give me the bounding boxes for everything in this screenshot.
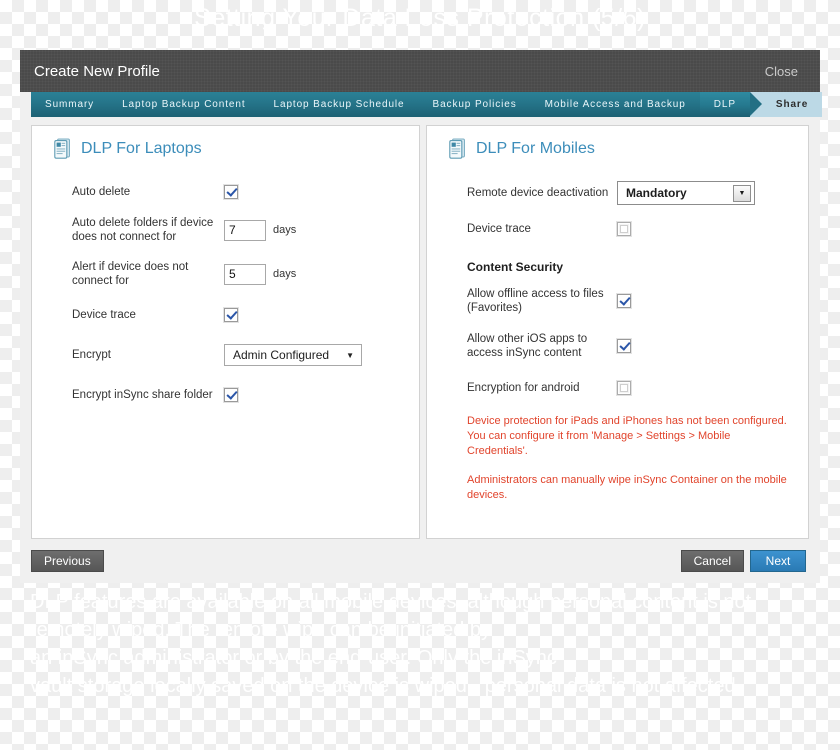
auto-delete-folders-days-input[interactable] <box>224 219 266 241</box>
dlp-for-mobiles-panel: DLP For Mobiles Remote device deactivati… <box>426 125 809 539</box>
left-panel-title: DLP For Laptops <box>81 139 202 157</box>
other-ios-apps-control <box>617 339 631 353</box>
encryption-android-control <box>617 381 631 395</box>
tab-summary[interactable]: Summary <box>31 92 108 117</box>
next-button[interactable]: Next <box>750 550 806 572</box>
encryption-android-checkbox[interactable] <box>617 381 631 395</box>
create-new-profile-dialog: Create New Profile Close Summary Laptop … <box>20 50 823 583</box>
row-encryption-android: Encryption for android <box>467 377 794 399</box>
previous-button[interactable]: Previous <box>31 550 104 572</box>
chevron-down-icon: ▼ <box>346 350 354 360</box>
notice-line-1: Device protection for iPads and iPhones … <box>467 415 787 457</box>
offline-access-checkbox[interactable] <box>617 294 631 308</box>
row-device-trace-mobile: Device trace <box>467 218 794 240</box>
dialog-titlebar: Create New Profile Close <box>20 50 820 92</box>
footer-right-buttons: Cancel Next <box>680 550 806 572</box>
row-auto-delete: Auto delete <box>72 181 405 203</box>
device-trace-laptop-control <box>224 308 238 322</box>
device-trace-mobile-control <box>617 222 631 236</box>
laptops-form: Auto delete Auto delete folders if devic… <box>46 181 405 406</box>
row-remote-device-deactivation: Remote device deactivation Mandatory ▼ <box>467 181 794 205</box>
row-device-trace-laptop: Device trace <box>72 304 405 326</box>
notice-line-2: Administrators can manually wipe inSync … <box>467 474 787 501</box>
encrypt-share-folder-label: Encrypt inSync share folder <box>72 389 213 401</box>
offline-access-control <box>617 294 631 308</box>
alert-if-label: Alert if device does not connect for <box>72 261 189 287</box>
wizard-step-strip: Summary Laptop Backup Content Laptop Bac… <box>31 92 823 117</box>
row-other-ios-apps: Allow other iOS apps to access inSync co… <box>467 332 794 360</box>
encrypt-select[interactable]: Admin Configured ▼ <box>224 344 362 366</box>
row-encrypt: Encrypt Admin Configured ▼ <box>72 344 405 366</box>
encryption-android-label: Encryption for android <box>467 382 580 394</box>
remote-device-deactivation-control: Mandatory ▼ <box>617 181 755 205</box>
tab-dlp[interactable]: DLP <box>699 92 763 117</box>
auto-delete-label: Auto delete <box>72 186 131 198</box>
dialog-footer: Previous Cancel Next <box>20 539 820 583</box>
remote-device-deactivation-value: Mandatory <box>626 186 687 200</box>
tab-backup-policies[interactable]: Backup Policies <box>419 92 531 117</box>
row-offline-access: Allow offline access to files (Favorites… <box>467 287 794 315</box>
tab-laptop-backup-content[interactable]: Laptop Backup Content <box>108 92 259 117</box>
offline-access-label: Allow offline access to files (Favorites… <box>467 288 604 314</box>
alert-if-days-input[interactable] <box>224 263 266 285</box>
auto-delete-control <box>224 185 238 199</box>
tab-laptop-backup-schedule[interactable]: Laptop Backup Schedule <box>260 92 419 117</box>
tab-mobile-access-and-backup[interactable]: Mobile Access and Backup <box>531 92 700 117</box>
device-trace-laptop-label: Device trace <box>72 309 136 321</box>
encrypt-select-value: Admin Configured <box>233 348 330 362</box>
remote-device-deactivation-label: Remote device deactivation <box>467 187 609 199</box>
other-ios-apps-checkbox[interactable] <box>617 339 631 353</box>
device-trace-mobile-label: Device trace <box>467 223 531 235</box>
encrypt-control: Admin Configured ▼ <box>224 344 362 366</box>
auto-delete-checkbox[interactable] <box>224 185 238 199</box>
right-panel-header: DLP For Mobiles <box>449 138 794 159</box>
dlp-for-laptops-panel: DLP For Laptops Auto delete Auto delete … <box>31 125 420 539</box>
chevron-down-icon: ▼ <box>733 184 751 202</box>
other-ios-apps-label: Allow other iOS apps to access inSync co… <box>467 333 588 359</box>
auto-delete-folders-control: days <box>224 219 297 241</box>
mobile-credentials-notice: Device protection for iPads and iPhones … <box>467 414 787 517</box>
alert-if-unit: days <box>273 268 297 280</box>
document-icon <box>449 138 467 159</box>
content-security-heading: Content Security <box>467 260 564 274</box>
auto-delete-folders-label: Auto delete folders if device does not c… <box>72 217 214 243</box>
row-auto-delete-folders: Auto delete folders if device does not c… <box>72 216 405 244</box>
device-trace-mobile-checkbox[interactable] <box>617 222 631 236</box>
panels-container: DLP For Laptops Auto delete Auto delete … <box>20 117 820 539</box>
device-trace-laptop-checkbox[interactable] <box>224 308 238 322</box>
cancel-button[interactable]: Cancel <box>680 550 744 572</box>
auto-delete-folders-unit: days <box>273 224 297 236</box>
alert-if-control: days <box>224 263 297 285</box>
dialog-title: Create New Profile <box>34 62 160 80</box>
encrypt-label: Encrypt <box>72 349 111 361</box>
row-encrypt-share-folder: Encrypt inSync share folder <box>72 384 405 406</box>
dialog-body: Summary Laptop Backup Content Laptop Bac… <box>20 92 823 583</box>
encrypt-share-folder-control <box>224 388 238 402</box>
mobiles-form: Remote device deactivation Mandatory ▼ D… <box>441 181 794 399</box>
left-panel-header: DLP For Laptops <box>54 138 405 159</box>
remote-device-deactivation-select[interactable]: Mandatory ▼ <box>617 181 755 205</box>
row-alert-if: Alert if device does not connect for day… <box>72 260 405 288</box>
document-icon <box>54 138 72 159</box>
wizard-step-bar: Summary Laptop Backup Content Laptop Bac… <box>20 92 823 117</box>
right-panel-title: DLP For Mobiles <box>476 139 595 157</box>
encrypt-share-folder-checkbox[interactable] <box>224 388 238 402</box>
close-link[interactable]: Close <box>765 64 798 79</box>
